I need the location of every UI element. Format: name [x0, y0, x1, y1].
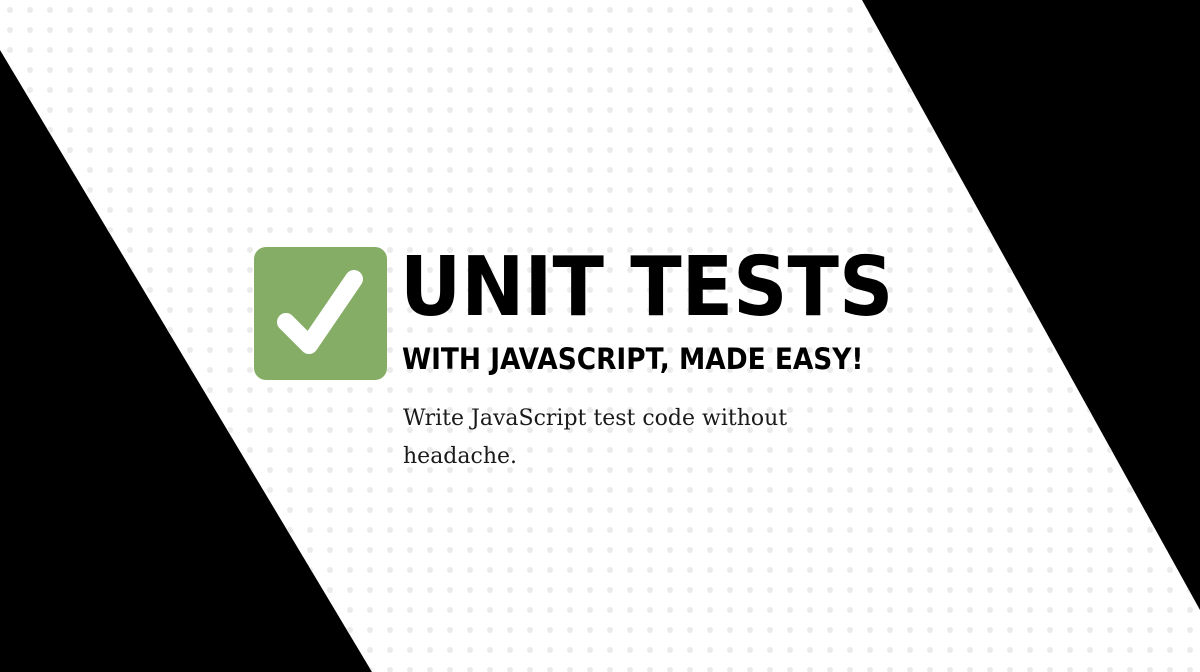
checkmark-icon	[277, 270, 363, 354]
banner-subtitle: WITH JAVASCRIPT, MADE EASY!	[402, 342, 864, 376]
diagonal-background	[0, 0, 1200, 672]
banner-title: UNIT TESTS	[400, 240, 894, 335]
banner: UNIT TESTS WITH JAVASCRIPT, MADE EASY! W…	[0, 0, 1200, 672]
banner-description: Write JavaScript test code without heada…	[403, 406, 788, 469]
checkbox-logo	[254, 247, 387, 380]
